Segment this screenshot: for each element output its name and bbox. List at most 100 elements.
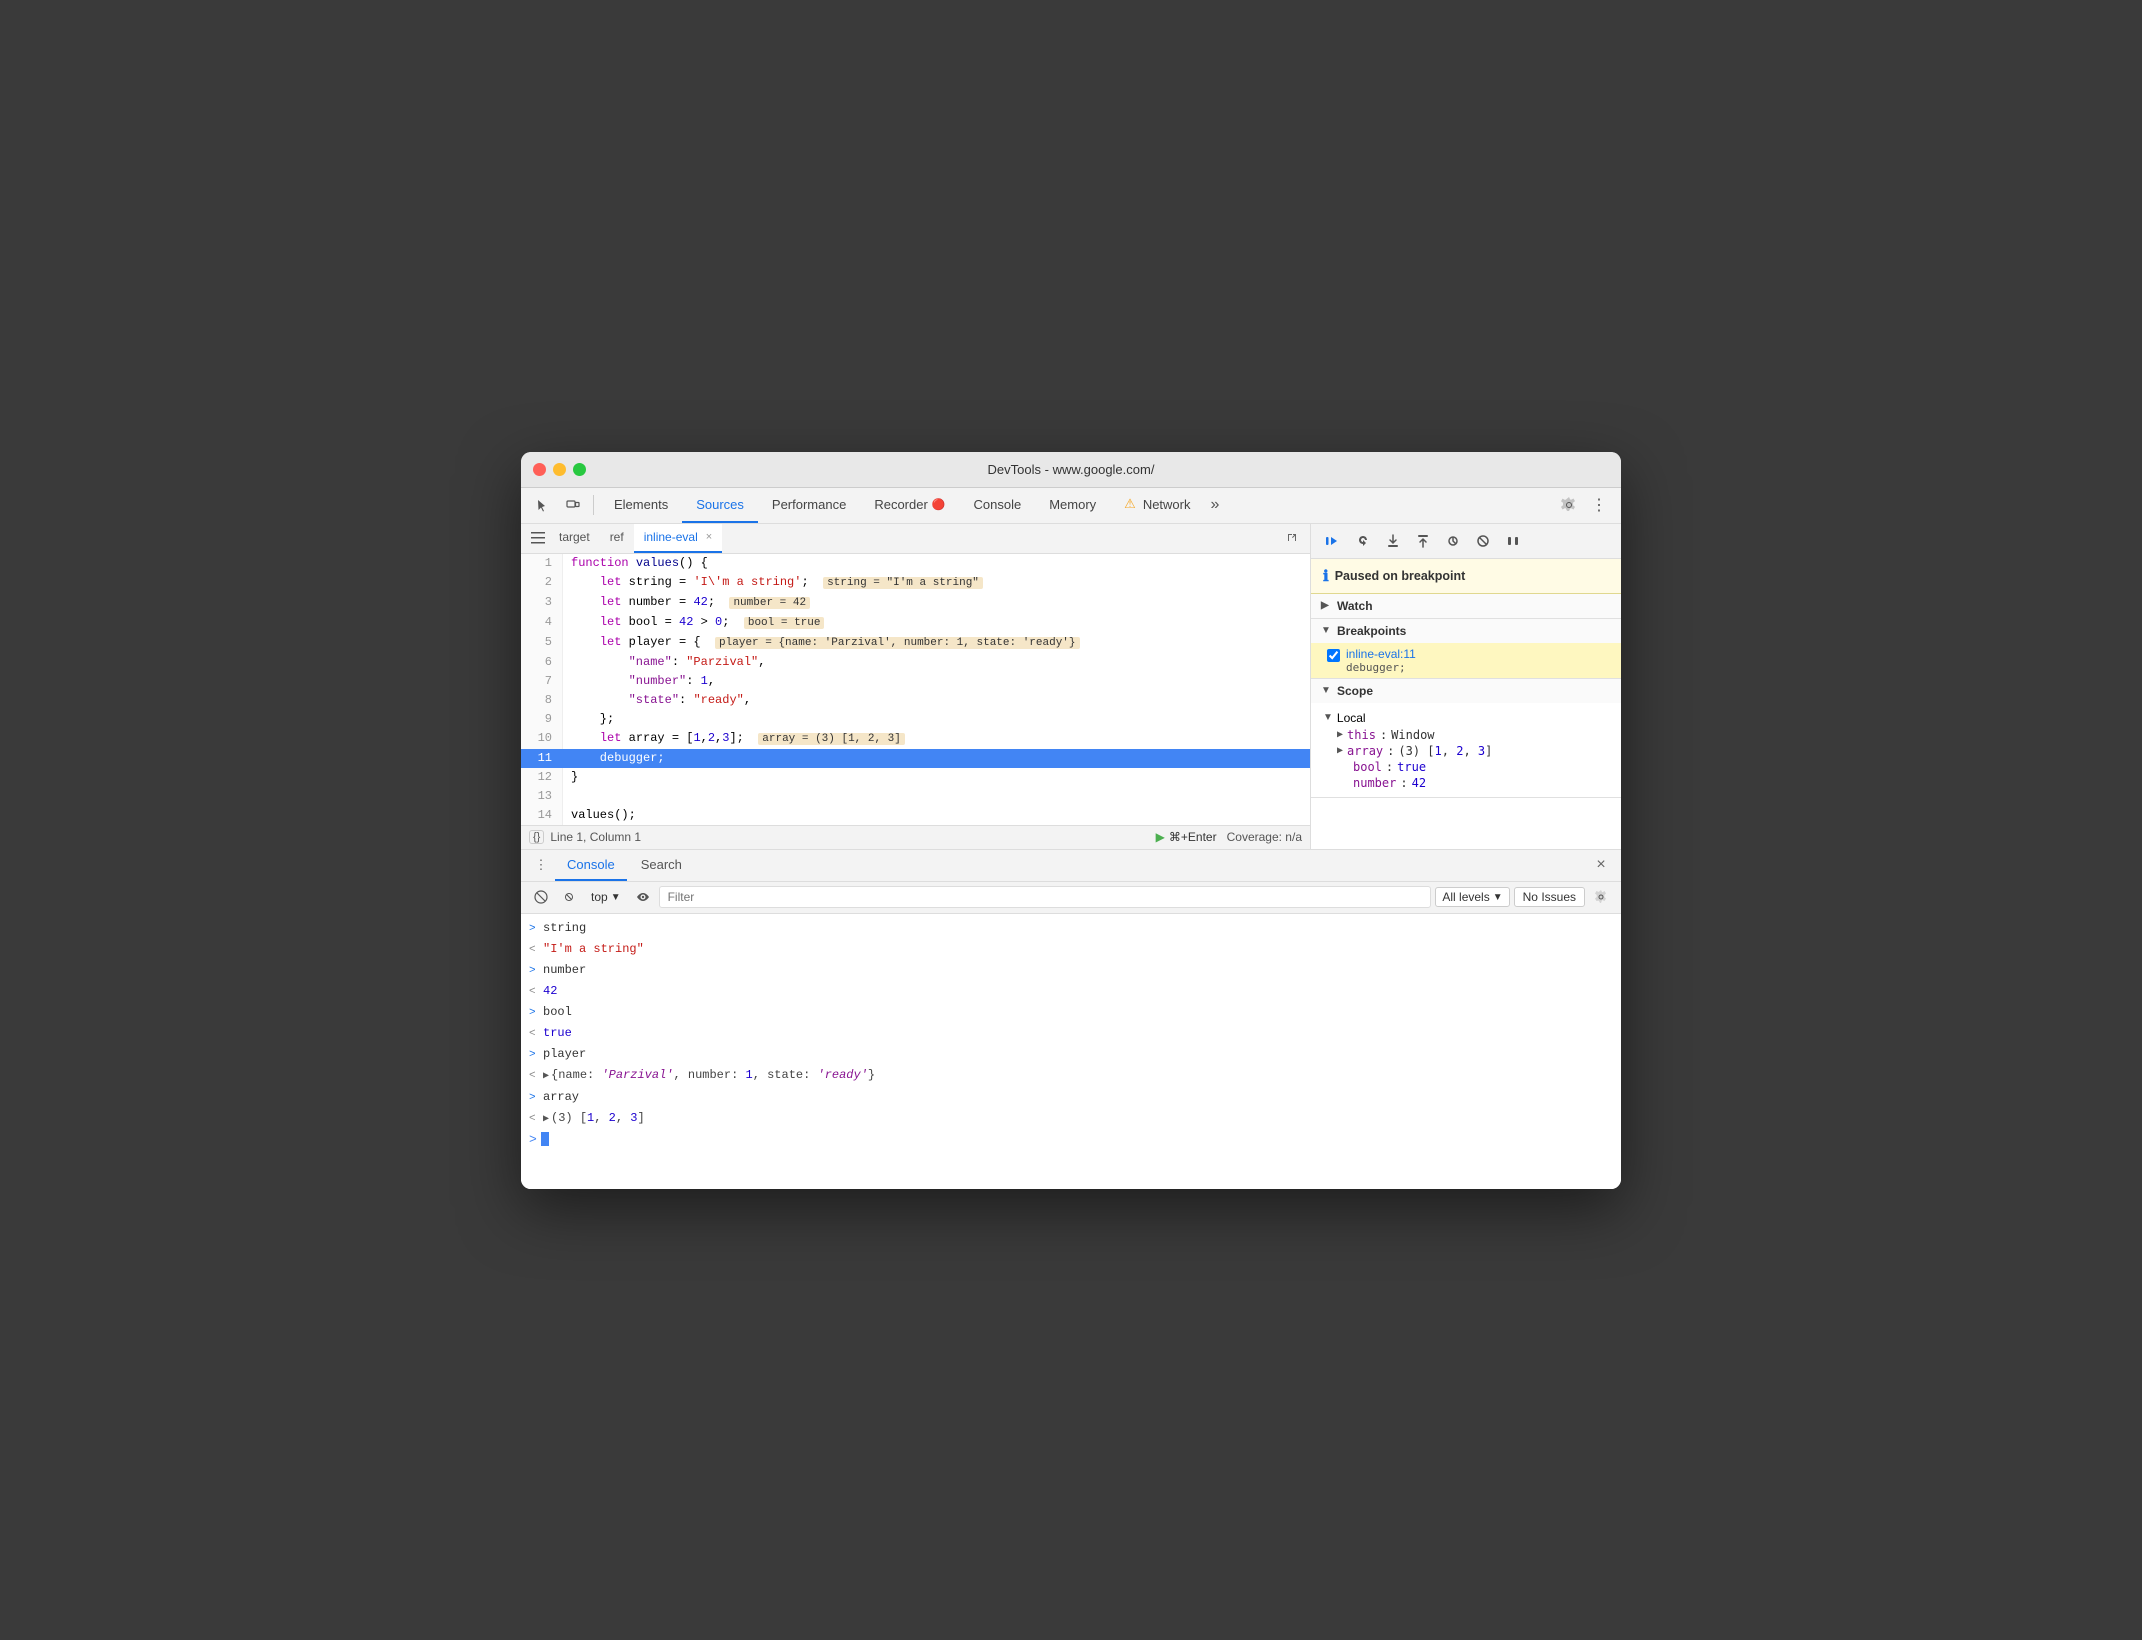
tab-sources[interactable]: Sources bbox=[682, 487, 758, 523]
run-snippet-button[interactable]: ▶ ⌘+Enter bbox=[1156, 830, 1217, 844]
code-line-3: 3 let number = 42; number = 42 bbox=[521, 593, 1310, 613]
console-settings-button[interactable] bbox=[1589, 885, 1613, 909]
bottom-tab-console[interactable]: Console bbox=[555, 849, 627, 881]
code-line-14: 14 values(); bbox=[521, 806, 1310, 825]
breakpoints-header[interactable]: ▼ Breakpoints bbox=[1311, 619, 1621, 643]
console-entry-string-val: < "I'm a string" bbox=[521, 939, 1621, 960]
close-button[interactable] bbox=[533, 463, 546, 476]
console-output: > string < "I'm a string" > number < 42 bbox=[521, 914, 1621, 1189]
prompt-arrow: > bbox=[529, 1132, 537, 1147]
step-into-icon bbox=[1385, 533, 1401, 549]
close-console-button[interactable]: × bbox=[1589, 853, 1613, 877]
context-dropdown-icon: ▼ bbox=[611, 892, 621, 903]
close-tab-icon[interactable]: × bbox=[706, 531, 712, 543]
step-out-button[interactable] bbox=[1409, 528, 1437, 554]
tab-recorder[interactable]: Recorder 🔴 bbox=[860, 487, 959, 523]
breakpoint-checkbox[interactable] bbox=[1327, 649, 1340, 662]
code-editor[interactable]: 1 function values() { 2 let string = 'I\… bbox=[521, 554, 1310, 825]
tab-network[interactable]: ⚠ Network bbox=[1110, 487, 1204, 523]
breakpoint-code: debugger; bbox=[1346, 661, 1605, 674]
breakpoints-icon bbox=[1475, 533, 1491, 549]
status-bar-left: {} Line 1, Column 1 bbox=[529, 830, 641, 844]
ellipsis-icon: ⋮ bbox=[1591, 495, 1607, 515]
settings-button[interactable] bbox=[1555, 492, 1583, 518]
context-label: top bbox=[591, 890, 608, 904]
console-filter-bar: top ▼ All levels ▼ No Issues bbox=[521, 882, 1621, 914]
maximize-button[interactable] bbox=[573, 463, 586, 476]
console-out-arrow: > bbox=[529, 1089, 543, 1107]
code-line-8: 8 "state": "ready", bbox=[521, 691, 1310, 710]
console-in-arrow: < bbox=[529, 983, 543, 1001]
coverage-label: Coverage: n/a bbox=[1227, 830, 1302, 844]
resume-button[interactable] bbox=[1319, 528, 1347, 554]
cursor-icon-button[interactable] bbox=[529, 492, 557, 518]
watch-chevron-icon: ▶ bbox=[1321, 600, 1333, 611]
left-panel: target ref inline-eval × bbox=[521, 524, 1311, 849]
pause-on-exceptions-button[interactable] bbox=[1499, 528, 1527, 554]
devtools-window: DevTools - www.google.com/ Elements bbox=[521, 452, 1621, 1189]
window-controls bbox=[533, 463, 586, 476]
scope-section: ▼ Scope ▼ Local ▶ bbox=[1311, 679, 1621, 798]
tabs-navigation: Elements Sources Performance Recorder 🔴 … bbox=[600, 487, 1225, 523]
block-icon bbox=[534, 890, 548, 904]
scope-chevron-icon: ▼ bbox=[1321, 685, 1333, 696]
quick-open-button[interactable] bbox=[1280, 527, 1304, 549]
debugger-toolbar bbox=[1311, 524, 1621, 559]
more-tabs-button[interactable]: » bbox=[1205, 487, 1226, 523]
step-out-icon bbox=[1415, 533, 1431, 549]
step-icon bbox=[1445, 533, 1461, 549]
tab-elements[interactable]: Elements bbox=[600, 487, 682, 523]
toggle-navigator-button[interactable] bbox=[527, 527, 549, 549]
console-out-arrow: > bbox=[529, 1046, 543, 1064]
array-expand-icon[interactable]: ▶ bbox=[543, 1114, 549, 1125]
deactivate-breakpoints-button[interactable] bbox=[1469, 528, 1497, 554]
breakpoint-item: inline-eval:11 debugger; bbox=[1311, 643, 1621, 678]
step-into-button[interactable] bbox=[1379, 528, 1407, 554]
bottom-tab-search[interactable]: Search bbox=[629, 849, 694, 881]
array-expand-icon[interactable]: ▶ bbox=[1337, 745, 1343, 756]
tab-performance[interactable]: Performance bbox=[758, 487, 860, 523]
pretty-print-button[interactable]: {} bbox=[529, 830, 544, 844]
code-line-6: 6 "name": "Parzival", bbox=[521, 653, 1310, 672]
scope-item-number: number : 42 bbox=[1311, 775, 1621, 791]
watch-label: Watch bbox=[1337, 599, 1373, 613]
console-entry-string-key: > string bbox=[521, 918, 1621, 939]
bottom-panel: ⋮ Console Search × bbox=[521, 849, 1621, 1189]
player-expand-icon[interactable]: ▶ bbox=[543, 1071, 549, 1082]
file-tab-ref[interactable]: ref bbox=[600, 524, 634, 554]
level-dropdown-icon: ▼ bbox=[1493, 892, 1503, 903]
device-toolbar-button[interactable] bbox=[559, 492, 587, 518]
resume-icon bbox=[1325, 533, 1341, 549]
console-entry-player-key: > player bbox=[521, 1044, 1621, 1065]
more-options-button[interactable]: ⋮ bbox=[1585, 492, 1613, 518]
clear-console-button[interactable] bbox=[529, 885, 553, 909]
show-timestamps-button[interactable] bbox=[557, 885, 581, 909]
issues-button[interactable]: No Issues bbox=[1514, 887, 1585, 907]
filter-input[interactable] bbox=[659, 886, 1432, 908]
gear-icon bbox=[1561, 497, 1577, 513]
watch-expressions-button[interactable] bbox=[631, 885, 655, 909]
step-button[interactable] bbox=[1439, 528, 1467, 554]
watch-header[interactable]: ▶ Watch bbox=[1311, 594, 1621, 618]
log-level-select[interactable]: All levels ▼ bbox=[1435, 887, 1509, 907]
eye-icon bbox=[636, 890, 650, 904]
context-selector[interactable]: top ▼ bbox=[585, 888, 627, 906]
scope-local-header[interactable]: ▼ Local bbox=[1311, 709, 1621, 727]
minimize-button[interactable] bbox=[553, 463, 566, 476]
step-over-button[interactable] bbox=[1349, 528, 1377, 554]
bottom-more-button[interactable]: ⋮ bbox=[529, 853, 553, 877]
paused-info-bar: ℹ Paused on breakpoint bbox=[1311, 559, 1621, 594]
tab-console[interactable]: Console bbox=[960, 487, 1036, 523]
code-line-5: 5 let player = { player = {name: 'Parziv… bbox=[521, 633, 1310, 653]
info-icon: ℹ bbox=[1323, 567, 1329, 585]
status-bar-right: ▶ ⌘+Enter Coverage: n/a bbox=[1156, 830, 1302, 844]
console-in-arrow: < bbox=[529, 1025, 543, 1043]
play-icon: ▶ bbox=[1156, 830, 1165, 844]
console-in-arrow: < bbox=[529, 941, 543, 959]
file-tab-target[interactable]: target bbox=[549, 524, 600, 554]
main-content-area: target ref inline-eval × bbox=[521, 524, 1621, 849]
this-expand-icon[interactable]: ▶ bbox=[1337, 729, 1343, 740]
scope-header[interactable]: ▼ Scope bbox=[1311, 679, 1621, 703]
file-tab-inline-eval[interactable]: inline-eval × bbox=[634, 524, 722, 554]
tab-memory[interactable]: Memory bbox=[1035, 487, 1110, 523]
